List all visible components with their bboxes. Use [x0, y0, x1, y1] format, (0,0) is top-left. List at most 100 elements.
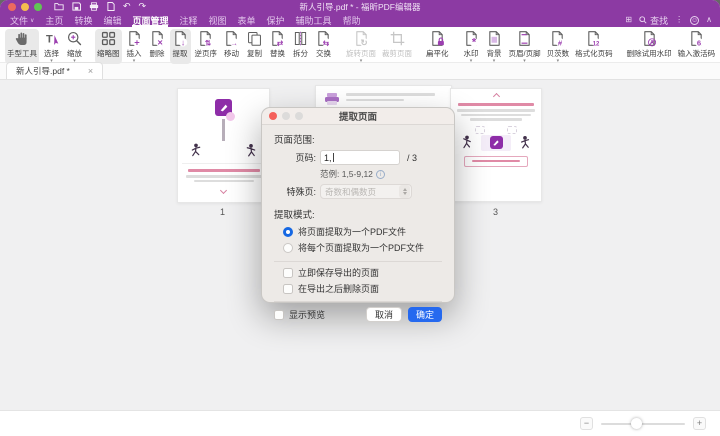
maximize-window-button[interactable] [34, 3, 42, 11]
insert-page-icon: + [126, 30, 143, 47]
open-file-icon[interactable] [54, 2, 64, 11]
document-tab-label: 新人引导.pdf * [16, 65, 70, 77]
checkbox-icon[interactable] [283, 284, 293, 294]
zoom-slider-thumb[interactable] [631, 418, 642, 429]
save-exported-label: 立即保存导出的页面 [298, 266, 379, 279]
mode-option-1-row[interactable]: 将页面提取为一个PDF文件 [283, 225, 442, 238]
page-thumbnail-3[interactable] [450, 88, 542, 202]
example-row: 范例: 1,5-9,12 i [320, 168, 442, 180]
zoom-out-button[interactable]: − [580, 417, 593, 430]
thumb1-logo-row [178, 99, 269, 116]
replace-page-icon: ⇄ [269, 30, 286, 47]
ribbon-button-移动[interactable]: →移动 [221, 29, 242, 64]
save-icon[interactable] [72, 2, 81, 11]
ribbon-button-复制[interactable]: 复制 [244, 29, 265, 64]
page-range-input[interactable]: 1, [320, 150, 400, 165]
svg-text:×: × [157, 37, 163, 47]
info-icon[interactable]: i [376, 170, 385, 179]
special-pages-select: 奇数和偶数页 [320, 184, 412, 199]
menu-item-页面管理[interactable]: 页面管理 [132, 13, 168, 27]
page-number-label: 页码: [282, 151, 316, 164]
menu-item-帮助[interactable]: 帮助 [343, 13, 361, 27]
find-control[interactable]: 查找 [639, 14, 668, 27]
new-doc-icon[interactable] [107, 2, 115, 11]
ribbon-button-背景[interactable]: 背景▾ [484, 29, 505, 64]
titlebar-quick-icons: ↶↷ [54, 2, 146, 11]
svg-text:12: 12 [593, 41, 600, 47]
divider [274, 261, 442, 262]
enter-activation-code-icon: 6 [688, 30, 705, 47]
checkbox-icon[interactable] [274, 310, 284, 320]
printer-illustration-icon [324, 92, 340, 106]
redo-icon[interactable]: ↷ [139, 2, 147, 11]
page-total: / 3 [407, 153, 417, 163]
ribbon-button-水印[interactable]: *水印▾ [461, 29, 482, 64]
collapse-ribbon-icon[interactable]: ∧ [706, 16, 712, 24]
ribbon-button-逆页序[interactable]: ⇅逆页序 [193, 29, 220, 64]
crop-page-icon [389, 30, 406, 47]
ribbon-button-删除试用水印[interactable]: A删除试用水印 [625, 29, 674, 64]
special-pages-row: 特殊页: 奇数和偶数页 [274, 184, 442, 199]
delete-after-row[interactable]: 在导出之后删除页面 [283, 282, 442, 295]
ribbon-button-交换[interactable]: ⇆交换 [313, 29, 334, 64]
ribbon-button-提取[interactable]: ↓提取 [170, 29, 191, 64]
show-preview-label: 显示预览 [289, 308, 325, 321]
menu-item-主页[interactable]: 主页 [45, 13, 63, 27]
ribbon-button-label: 替换 [270, 48, 285, 59]
close-tab-icon[interactable]: × [88, 67, 93, 75]
ribbon-button-格式化页码[interactable]: 12格式化页码 [573, 29, 615, 64]
ribbon-button-缩放[interactable]: 缩放▾ [64, 29, 85, 64]
ribbon-button-拆分[interactable]: 拆分 [290, 29, 311, 64]
menu-item-表单[interactable]: 表单 [238, 13, 256, 27]
page-layout-icon[interactable]: ⊞ [625, 16, 632, 24]
menu-item-转换[interactable]: 转换 [74, 13, 92, 27]
ribbon-button-选择[interactable]: T选择▾ [41, 29, 62, 64]
ribbon-button-label: 输入激活码 [678, 48, 716, 59]
titlebar: ↶↷ 新人引导.pdf * - 福昕PDF编辑器 [0, 0, 720, 13]
document-tab[interactable]: 新人引导.pdf * × [6, 62, 103, 79]
checkbox-icon[interactable] [283, 268, 293, 278]
menu-item-文件[interactable]: 文件∨ [10, 13, 34, 27]
overflow-menu-icon[interactable]: ⋮ [675, 16, 683, 24]
menu-item-视图[interactable]: 视图 [209, 13, 227, 27]
mode-option-2-row[interactable]: 将每个页面提取为一个PDF文件 [283, 241, 442, 254]
ribbon-button-label: 手型工具 [7, 48, 37, 59]
svg-text:⇅: ⇅ [205, 38, 212, 47]
ribbon-button-插入[interactable]: +插入▾ [124, 29, 145, 64]
special-pages-label: 特殊页: [282, 185, 316, 198]
ribbon-button-label: 提取 [173, 48, 188, 59]
menu-item-保护[interactable]: 保护 [267, 13, 285, 27]
page-thumbnail-1[interactable] [177, 88, 270, 203]
ribbon-button-贝茨数[interactable]: #贝茨数▾ [545, 29, 572, 64]
zoom-slider[interactable] [601, 423, 685, 425]
radio-selected-icon[interactable] [283, 227, 293, 237]
minimize-window-button[interactable] [21, 3, 29, 11]
ribbon-button-缩略图[interactable]: 缩略图 [95, 29, 122, 64]
radio-unselected-icon[interactable] [283, 243, 293, 253]
print-icon[interactable] [89, 2, 99, 11]
thumbnails-icon [100, 30, 117, 47]
ribbon-button-输入激活码[interactable]: 6输入激活码 [676, 29, 718, 64]
special-pages-value: 奇数和偶数页 [325, 186, 376, 198]
menu-item-辅助工具[interactable]: 辅助工具 [296, 13, 332, 27]
dialog-body: 页面范围: 页码: 1, / 3 范例: 1,5-9,12 i 特殊页: 奇数和… [262, 125, 454, 328]
close-window-button[interactable] [8, 3, 16, 11]
ribbon-button-替换[interactable]: ⇄替换 [267, 29, 288, 64]
save-exported-row[interactable]: 立即保存导出的页面 [283, 266, 442, 279]
zoom-in-button[interactable]: + [693, 417, 706, 430]
ok-button[interactable]: 确定 [408, 307, 442, 322]
page-number-1: 1 [220, 207, 225, 217]
cancel-button[interactable]: 取消 [366, 307, 402, 322]
svg-text:*: * [471, 36, 476, 47]
ribbon-button-扁平化[interactable]: 扁平化 [424, 29, 451, 64]
extract-pages-dialog: 提取页面 页面范围: 页码: 1, / 3 范例: 1,5-9,12 i 特殊页… [261, 107, 455, 303]
svg-text:→: → [230, 38, 238, 47]
undo-icon[interactable]: ↶ [123, 2, 131, 11]
menu-item-注释[interactable]: 注释 [179, 13, 197, 27]
svg-text:↓: ↓ [180, 37, 184, 47]
ribbon-button-页眉/页脚[interactable]: 页眉/页脚▾ [507, 29, 543, 64]
account-avatar[interactable]: ☺ [690, 16, 699, 25]
ribbon-button-删除[interactable]: ×删除 [147, 29, 168, 64]
menu-item-编辑[interactable]: 编辑 [103, 13, 121, 27]
ribbon-button-手型工具[interactable]: 手型工具 [5, 29, 39, 64]
